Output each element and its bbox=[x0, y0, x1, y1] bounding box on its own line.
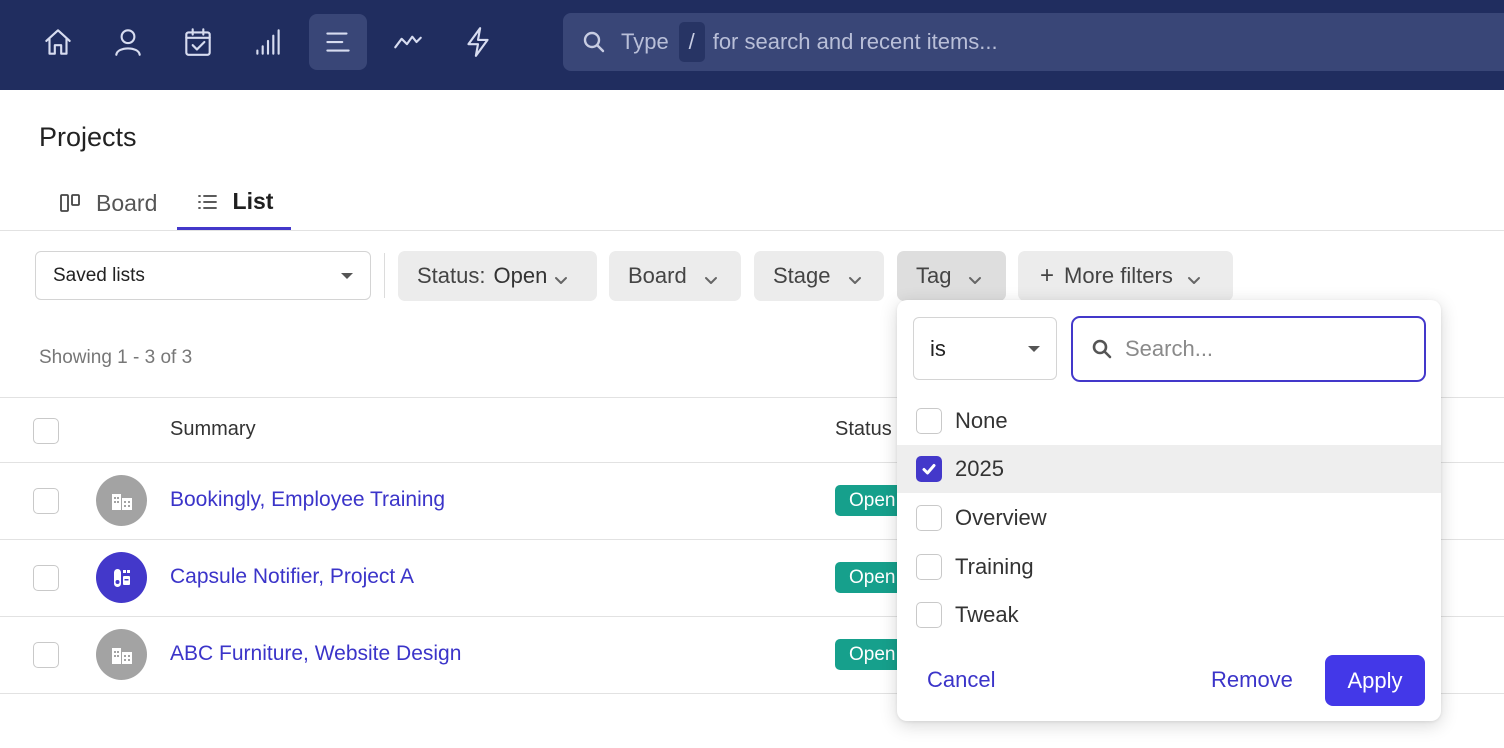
option-label: 2025 bbox=[955, 456, 1004, 481]
stage-filter-chip[interactable]: Stage bbox=[754, 251, 884, 301]
saved-lists-select[interactable]: Saved lists bbox=[35, 251, 371, 300]
checkmark-icon bbox=[922, 464, 936, 475]
tag-filter-chip[interactable]: Tag bbox=[897, 251, 1006, 301]
list-view-icon bbox=[197, 194, 217, 209]
status-filter-value: Open bbox=[493, 263, 548, 288]
plus-icon: + bbox=[1040, 262, 1055, 289]
status-badge: Open bbox=[835, 639, 897, 670]
chevron-down-icon bbox=[847, 268, 863, 284]
tab-board[interactable]: Board bbox=[58, 176, 157, 230]
tab-list[interactable]: List bbox=[177, 176, 291, 230]
search-hint-suffix: for search and recent items... bbox=[712, 29, 998, 54]
column-header-summary[interactable]: Summary bbox=[170, 418, 256, 441]
operator-value: is bbox=[930, 335, 946, 361]
option-label: Tweak bbox=[955, 602, 1019, 627]
row-checkbox[interactable] bbox=[33, 565, 59, 591]
chevron-down-icon bbox=[703, 268, 719, 284]
list-icon[interactable] bbox=[309, 14, 367, 70]
search-hint-prefix: Type bbox=[621, 29, 669, 54]
caret-down-icon bbox=[341, 273, 353, 279]
results-count: Showing 1 - 3 of 3 bbox=[39, 347, 193, 368]
operator-select[interactable]: is bbox=[913, 317, 1057, 380]
tag-option-2025[interactable]: 2025 bbox=[897, 445, 1441, 493]
tag-filter-popover: is None 2025 Overview Training Tweak Can… bbox=[897, 300, 1441, 721]
page-title: Projects bbox=[39, 122, 137, 152]
tab-list-label: List bbox=[232, 188, 274, 214]
more-filters-label: More filters bbox=[1064, 263, 1173, 288]
option-checkbox[interactable] bbox=[916, 554, 942, 580]
lightning-icon[interactable] bbox=[449, 14, 507, 70]
search-icon bbox=[581, 29, 607, 55]
option-checkbox[interactable] bbox=[916, 505, 942, 531]
apply-button[interactable]: Apply bbox=[1325, 655, 1425, 706]
tag-search-field[interactable] bbox=[1071, 316, 1426, 382]
chevron-down-icon bbox=[967, 268, 983, 284]
status-filter-chip[interactable]: Status: Open bbox=[398, 251, 597, 301]
option-label: Training bbox=[955, 554, 1034, 579]
status-filter-label: Status: bbox=[417, 263, 486, 288]
user-icon[interactable] bbox=[99, 14, 157, 70]
status-badge: Open bbox=[835, 562, 897, 593]
home-icon[interactable] bbox=[29, 14, 87, 70]
activity-icon[interactable] bbox=[379, 14, 437, 70]
tag-option-overview[interactable]: Overview bbox=[897, 494, 1441, 542]
reports-icon[interactable] bbox=[239, 14, 297, 70]
app-icon bbox=[96, 552, 147, 603]
building-icon bbox=[96, 629, 147, 680]
building-icon bbox=[96, 475, 147, 526]
search-shortcut-key: / bbox=[678, 22, 705, 62]
remove-button[interactable]: Remove bbox=[1211, 655, 1293, 705]
tag-filter-label: Tag bbox=[916, 263, 952, 288]
row-checkbox[interactable] bbox=[33, 642, 59, 668]
select-all-checkbox[interactable] bbox=[33, 418, 59, 444]
option-label: None bbox=[955, 408, 1008, 433]
option-checkbox-checked[interactable] bbox=[916, 456, 942, 482]
tag-option-none[interactable]: None bbox=[897, 397, 1441, 445]
more-filters-chip[interactable]: + More filters bbox=[1018, 251, 1233, 301]
option-label: Overview bbox=[955, 505, 1047, 530]
top-navigation-bar: Type / for search and recent items... bbox=[0, 0, 1504, 90]
saved-lists-label: Saved lists bbox=[53, 264, 145, 286]
global-search-bar[interactable]: Type / for search and recent items... bbox=[563, 13, 1504, 71]
tab-board-label: Board bbox=[96, 189, 158, 216]
project-link[interactable]: ABC Furniture, Website Design bbox=[170, 642, 461, 666]
tag-search-input[interactable] bbox=[1125, 336, 1405, 362]
tag-option-tweak[interactable]: Tweak bbox=[897, 591, 1441, 639]
board-icon bbox=[60, 194, 80, 212]
board-filter-chip[interactable]: Board bbox=[609, 251, 741, 301]
option-checkbox[interactable] bbox=[916, 408, 942, 434]
row-checkbox[interactable] bbox=[33, 488, 59, 514]
project-link[interactable]: Bookingly, Employee Training bbox=[170, 488, 445, 512]
chevron-down-icon bbox=[553, 268, 569, 284]
chevron-down-icon bbox=[1186, 268, 1202, 284]
caret-down-icon bbox=[1028, 346, 1040, 352]
tabs-divider bbox=[0, 230, 1504, 231]
cancel-button[interactable]: Cancel bbox=[927, 655, 995, 705]
stage-filter-label: Stage bbox=[773, 263, 831, 288]
project-link[interactable]: Capsule Notifier, Project A bbox=[170, 565, 414, 589]
option-checkbox[interactable] bbox=[916, 602, 942, 628]
calendar-icon[interactable] bbox=[169, 14, 227, 70]
board-filter-label: Board bbox=[628, 263, 687, 288]
filter-separator bbox=[384, 253, 385, 298]
tag-option-training[interactable]: Training bbox=[897, 543, 1441, 591]
status-badge: Open bbox=[835, 485, 897, 516]
search-icon bbox=[1092, 339, 1112, 359]
column-header-status[interactable]: Status bbox=[835, 418, 892, 441]
